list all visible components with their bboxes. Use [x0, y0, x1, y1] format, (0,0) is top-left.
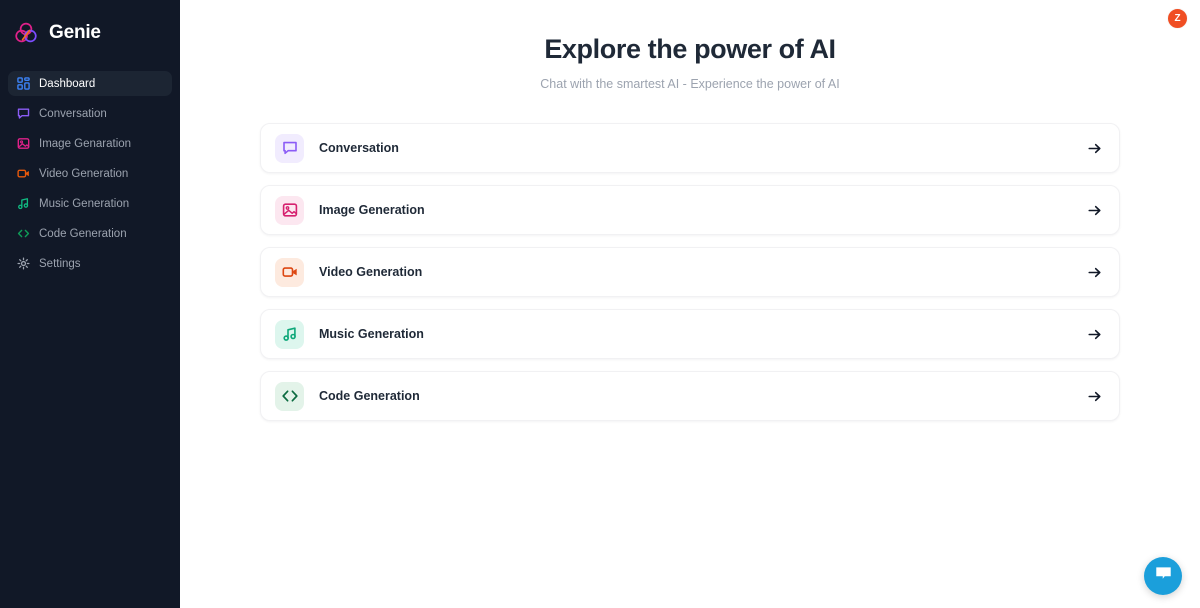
video-camera-icon — [275, 257, 304, 287]
feature-card-label: Video Generation — [319, 265, 423, 279]
message-square-icon — [16, 107, 30, 121]
feature-card-list: Conversation Image Generation Video Gene… — [260, 123, 1120, 421]
image-icon — [275, 195, 304, 225]
sidebar-item-video-generation[interactable]: Video Generation — [8, 161, 172, 186]
page-title: Explore the power of AI — [544, 34, 836, 64]
sidebar: Genie Dashboard Conversation Image Genar… — [0, 0, 180, 608]
feature-card-label: Conversation — [319, 141, 399, 155]
sidebar-item-label: Dashboard — [39, 77, 96, 90]
sidebar-item-conversation[interactable]: Conversation — [8, 101, 172, 126]
code-brackets-icon — [16, 227, 30, 241]
main-content: Z Explore the power of AI Chat with the … — [180, 0, 1200, 608]
music-note-icon — [16, 197, 30, 211]
chat-widget-button[interactable] — [1144, 557, 1182, 595]
feature-card-video-generation[interactable]: Video Generation — [260, 247, 1120, 297]
arrow-right-icon[interactable] — [1085, 139, 1103, 157]
grid-dashboard-icon — [16, 77, 30, 91]
sidebar-item-music-generation[interactable]: Music Generation — [8, 191, 172, 216]
image-icon — [16, 137, 30, 151]
video-camera-icon — [16, 167, 30, 181]
avatar[interactable]: Z — [1167, 8, 1188, 29]
message-square-icon — [275, 133, 304, 163]
feature-card-label: Music Generation — [319, 327, 424, 341]
sidebar-item-image-generation[interactable]: Image Genaration — [8, 131, 172, 156]
chat-bubble-icon — [1154, 564, 1173, 588]
page-header: Explore the power of AI Chat with the sm… — [180, 0, 1200, 91]
sidebar-nav: Dashboard Conversation Image Genaration — [0, 71, 180, 281]
sidebar-item-label: Settings — [39, 257, 81, 270]
sidebar-item-code-generation[interactable]: Code Generation — [8, 221, 172, 246]
music-note-icon — [275, 319, 304, 349]
feature-card-conversation[interactable]: Conversation — [260, 123, 1120, 173]
feature-card-code-generation[interactable]: Code Generation — [260, 371, 1120, 421]
brand-name: Genie — [49, 22, 101, 43]
genie-venn-logo-icon — [12, 19, 40, 47]
gear-icon — [16, 257, 30, 271]
sidebar-item-label: Video Generation — [39, 167, 129, 180]
feature-card-image-generation[interactable]: Image Generation — [260, 185, 1120, 235]
sidebar-item-label: Code Generation — [39, 227, 127, 240]
page-subtitle: Chat with the smartest AI - Experience t… — [540, 77, 840, 91]
sidebar-item-label: Music Generation — [39, 197, 130, 210]
arrow-right-icon[interactable] — [1085, 263, 1103, 281]
code-brackets-icon — [275, 381, 304, 411]
sidebar-item-label: Conversation — [39, 107, 107, 120]
sidebar-item-dashboard[interactable]: Dashboard — [8, 71, 172, 96]
feature-card-music-generation[interactable]: Music Generation — [260, 309, 1120, 359]
brand[interactable]: Genie — [0, 0, 180, 52]
arrow-right-icon[interactable] — [1085, 387, 1103, 405]
feature-card-label: Code Generation — [319, 389, 420, 403]
sidebar-item-label: Image Genaration — [39, 137, 132, 150]
feature-card-label: Image Generation — [319, 203, 425, 217]
sidebar-item-settings[interactable]: Settings — [8, 251, 172, 276]
arrow-right-icon[interactable] — [1085, 325, 1103, 343]
arrow-right-icon[interactable] — [1085, 201, 1103, 219]
